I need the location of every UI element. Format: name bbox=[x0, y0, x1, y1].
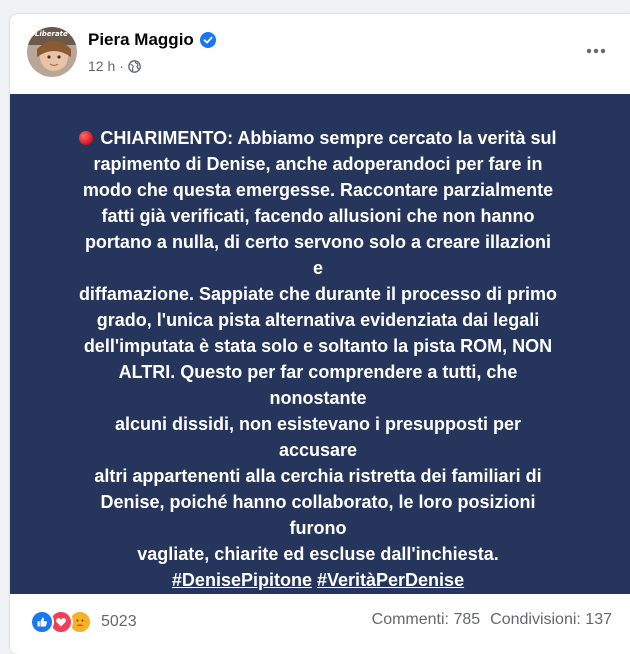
post-stats: Commenti: 785 Condivisioni: 137 bbox=[372, 611, 612, 629]
post-text-line: Denise, poiché hanno collaborato, le lor… bbox=[100, 492, 536, 538]
author-row: Piera Maggio bbox=[88, 30, 216, 50]
globe-icon[interactable] bbox=[128, 59, 141, 73]
post-header: #Liberate Denise Piera Maggio 12 h · bbox=[10, 14, 630, 94]
more-options-button[interactable] bbox=[578, 36, 614, 66]
post-text-line: diffamazione. Sappiate che durante il pr… bbox=[78, 284, 558, 304]
hashtag-link[interactable]: #VeritàPerDenise bbox=[317, 570, 464, 590]
author-avatar[interactable]: #Liberate Denise bbox=[27, 27, 77, 77]
shares-count-link[interactable]: Condivisioni: 137 bbox=[490, 611, 612, 629]
post-text-line: dell'imputata è stata solo e soltanto la… bbox=[83, 336, 553, 356]
reactions-summary[interactable]: 5023 bbox=[30, 610, 137, 634]
post-text-line: CHIARIMENTO: Abbiamo sempre cercato la v… bbox=[100, 128, 557, 148]
post-text-line: alcuni dissidi, non esistevano i presupp… bbox=[114, 414, 522, 460]
avatar-overlay-text: #Liberate Denise bbox=[30, 30, 77, 38]
post-card: #Liberate Denise Piera Maggio 12 h · bbox=[10, 14, 630, 654]
red-circle-icon bbox=[79, 131, 94, 145]
post-text-line: ALTRI. Questo per far comprendere a tutt… bbox=[118, 362, 518, 408]
hashtag-link[interactable]: #DenisePipitone bbox=[172, 570, 312, 590]
post-content-background: CHIARIMENTO: Abbiamo sempre cercato la v… bbox=[10, 94, 630, 594]
author-name[interactable]: Piera Maggio bbox=[88, 30, 194, 50]
more-options-icon bbox=[586, 48, 606, 54]
reaction-count: 5023 bbox=[101, 613, 137, 630]
comments-count-link[interactable]: Commenti: 785 bbox=[372, 611, 481, 629]
post-footer: 5023 Commenti: 785 Condivisioni: 137 bbox=[10, 594, 630, 644]
post-timestamp[interactable]: 12 h bbox=[88, 58, 115, 74]
post-text-line: altri appartenenti alla cerchia ristrett… bbox=[94, 466, 542, 486]
post-text-line: vagliate, chiarite ed escluse dall'inchi… bbox=[137, 544, 499, 564]
post-text-line: modo che questa emergesse. Raccontare pa… bbox=[82, 180, 554, 200]
verified-badge-icon bbox=[199, 32, 216, 48]
post-text-line: fatti già verificati, facendo allusioni … bbox=[101, 206, 535, 226]
meta-separator: · bbox=[119, 58, 124, 74]
post-meta: 12 h · bbox=[88, 58, 141, 74]
post-text-line: grado, l'unica pista alternativa evidenz… bbox=[96, 310, 540, 330]
post-text-line: rapimento di Denise, anche adoperandoci … bbox=[93, 154, 543, 174]
post-text: CHIARIMENTO: Abbiamo sempre cercato la v… bbox=[78, 125, 558, 593]
avatar-image: #Liberate Denise bbox=[27, 27, 77, 77]
like-icon bbox=[30, 610, 54, 634]
post-text-line: portano a nulla, di certo servono solo a… bbox=[84, 232, 552, 278]
